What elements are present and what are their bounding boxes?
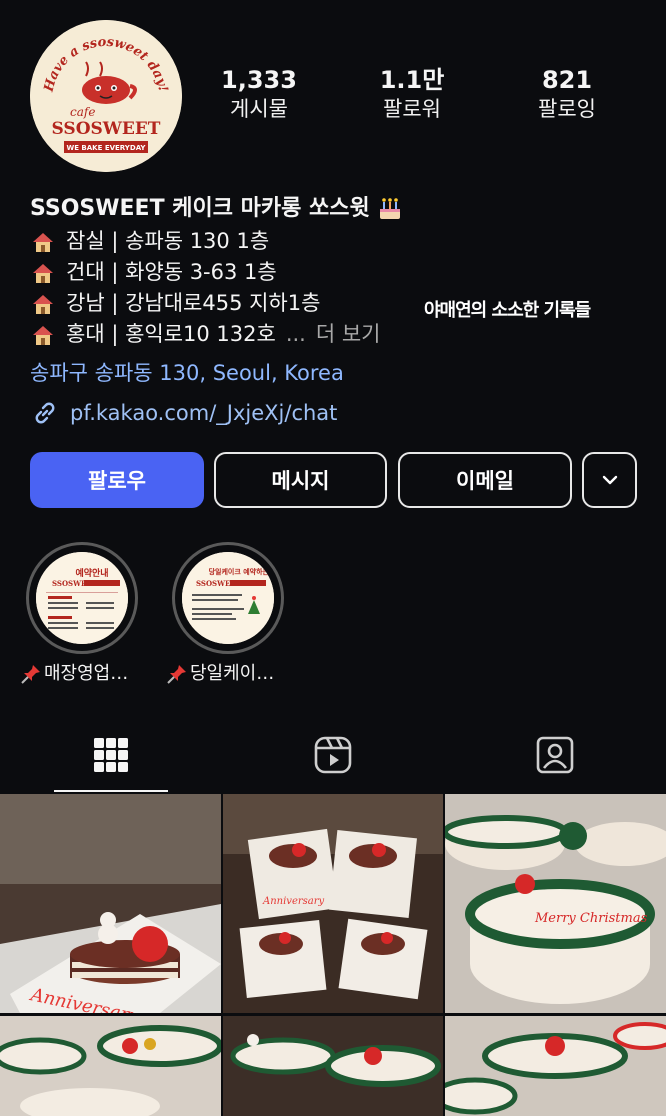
highlight-ring: 당일케이크 예약하는법 SSOSWEET [172,542,284,654]
profile-tabs [0,718,666,792]
bio-link-text: pf.kakao.com/_JxjeXj/chat [70,401,338,425]
post-thumbnail[interactable]: Anniversary [223,794,443,1013]
bio-line-jamsil: 잠실 | 송파동 130 1층 [30,226,650,257]
post-thumbnail[interactable]: Anniversary [0,794,221,1013]
house-icon [33,294,53,314]
message-button[interactable]: 메시지 [214,452,387,508]
link-icon [35,402,55,424]
post-thumbnail[interactable] [223,1016,443,1116]
stat-following[interactable]: 821 팔로잉 [502,66,632,124]
highlight-caption: 당일케이… [166,662,316,686]
highlight-store-hours[interactable]: 예약안내 SSOSWEET 매장영업… [21,542,138,684]
bio-line-kondae: 건대 | 화양동 3-63 1층 [30,257,650,288]
profile-bio: SSOSWEET 케이크 마카롱 쏘스윗 잠실 | 송파동 130 1층 건대 … [30,192,650,350]
bio-line-text: 건대 | 화양동 3-63 1층 [66,260,277,284]
stat-posts[interactable]: 1,333 게시물 [194,66,324,124]
active-tab-indicator [54,790,168,792]
highlight-same-day-cake[interactable]: 당일케이크 예약하는법 SSOSWEET 당일케이… [167,542,284,684]
avatar-brand-text: SSOSWEET [52,119,161,139]
stat-following-count: 821 [541,66,593,94]
stat-posts-count: 1,333 [221,66,297,94]
stat-followers-count: 1.1만 [379,66,445,94]
bio-location[interactable]: 송파구 송파동 130, Seoul, Korea [30,358,344,388]
highlight-cover: 당일케이크 예약하는법 SSOSWEET [182,552,274,644]
post-text: Merry Christmas [534,911,648,926]
bio-line-hongdae: 홍대 | 홍익로10 132호... 더 보기 [30,319,650,350]
highlight-caption: 매장영업… [20,662,170,686]
profile-avatar[interactable]: Have a ssosweet day! cafe SSOSWEET WE BA… [30,20,182,172]
suggested-accounts-button[interactable] [582,452,637,508]
highlight-cover-title: 당일케이크 예약하는법 [209,567,274,576]
birthday-cake-icon [379,198,400,219]
reels-icon [314,736,352,774]
profile-name: SSOSWEET 케이크 마카롱 쏘스윗 [30,196,370,221]
profile-name-row: SSOSWEET 케이크 마카롱 쏘스윗 [30,192,650,226]
posts-grid: Anniversary Anniversary Merry Christmas [0,794,666,1116]
house-icon [33,232,53,252]
bio-line-text: 잠실 | 송파동 130 1층 [66,229,270,253]
stat-following-label: 팔로잉 [538,97,596,121]
avatar-cafe-text: cafe [70,105,95,119]
tab-tagged[interactable] [444,718,666,792]
email-button[interactable]: 이메일 [398,452,572,508]
highlight-ring: 예약안내 SSOSWEET [26,542,138,654]
highlight-caption-text: 매장영업… [44,663,129,684]
highlight-caption-text: 당일케이… [190,663,275,684]
bio-line-text: 강남 | 강남대로455 지하1층 [66,291,321,315]
pushpin-icon [167,665,186,684]
stat-followers[interactable]: 1.1만 팔로워 [347,66,477,124]
pushpin-icon [21,665,40,684]
follow-button[interactable]: 팔로우 [30,452,204,508]
stat-followers-label: 팔로워 [383,97,441,121]
house-icon [33,325,53,345]
house-icon [33,263,53,283]
post-text: Anniversary [262,896,325,907]
bio-line-text: 홍대 | 홍익로10 132호 [66,322,276,346]
bio-ellipsis: ... [285,322,306,346]
bio-more-link[interactable]: 더 보기 [316,319,381,350]
avatar-ribbon-text: WE BAKE EVERYDAY [66,144,146,152]
tab-posts-grid[interactable] [0,718,222,792]
highlight-cover: 예약안내 SSOSWEET [36,552,128,644]
overlay-caption: 야매연의 소소한 기록들 [424,300,591,321]
stat-posts-label: 게시물 [230,97,288,121]
post-thumbnail[interactable] [445,1016,666,1116]
post-thumbnail[interactable] [0,1016,221,1116]
highlight-cover-title: 예약안내 [75,567,108,579]
post-thumbnail[interactable]: Merry Christmas [445,794,666,1013]
tagged-icon [536,736,574,774]
bio-link[interactable]: pf.kakao.com/_JxjeXj/chat [30,398,337,428]
grid-icon [94,738,128,772]
chevron-down-icon [602,475,617,485]
tab-reels[interactable] [222,718,444,792]
